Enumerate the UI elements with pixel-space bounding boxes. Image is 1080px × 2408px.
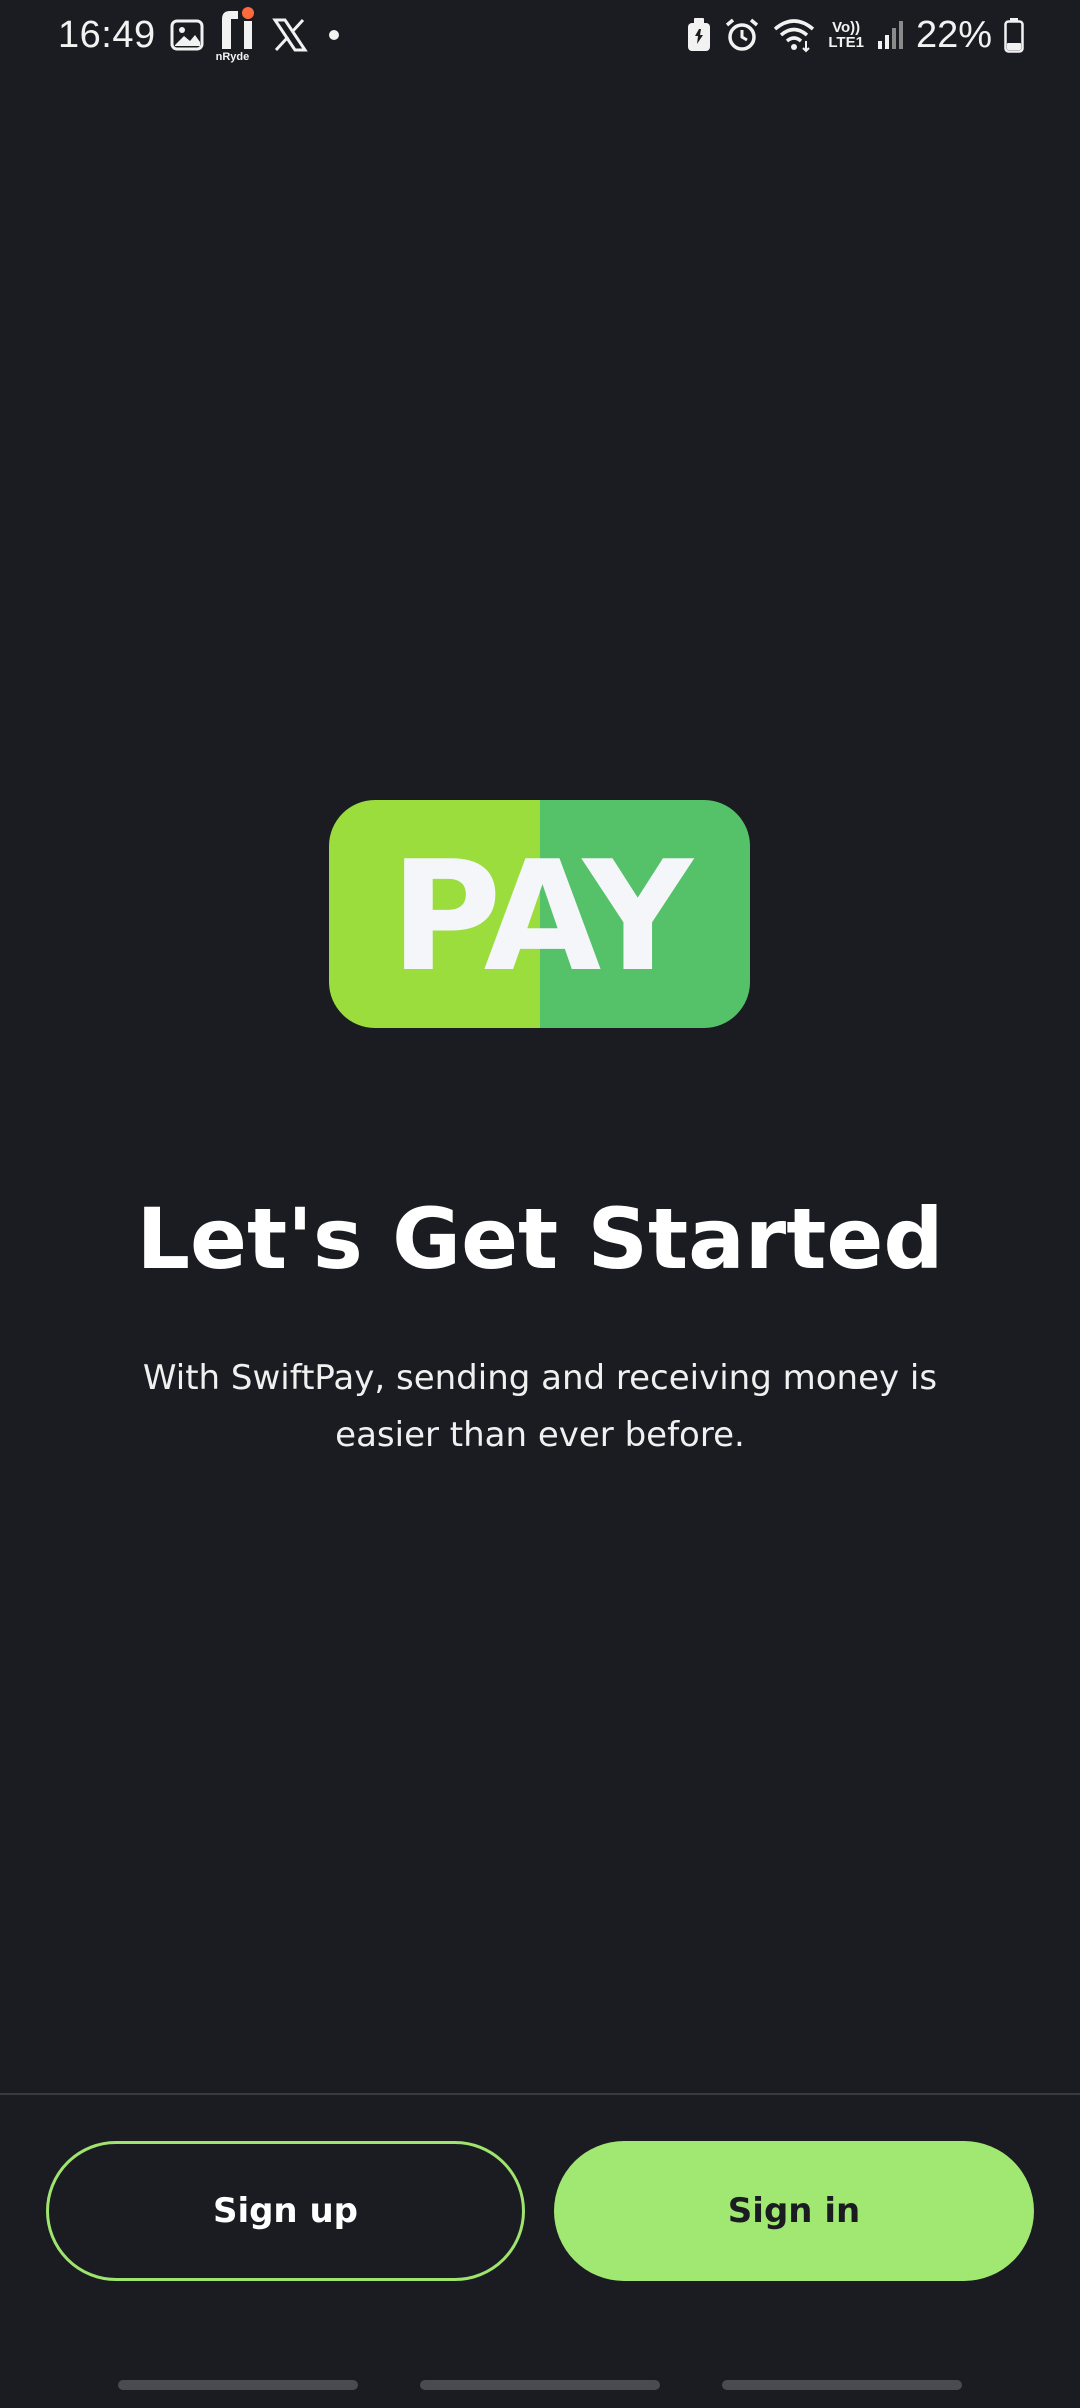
sign-up-button[interactable]: Sign up bbox=[46, 2141, 525, 2281]
status-time: 16:49 bbox=[58, 13, 156, 56]
nav-back-handle[interactable] bbox=[722, 2380, 962, 2390]
system-nav-bar bbox=[0, 2378, 1080, 2392]
volte-label-bottom: LTE1 bbox=[828, 34, 864, 51]
page-subtitle: With SwiftPay, sending and receiving mon… bbox=[142, 1358, 938, 1455]
nav-home-handle[interactable] bbox=[420, 2380, 660, 2390]
battery-percent: 22% bbox=[915, 13, 992, 56]
footer-divider bbox=[0, 2093, 1080, 2095]
status-bar: 16:49 nRyde Vo)) LTE1 22% bbox=[0, 0, 1080, 70]
signal-icon bbox=[876, 19, 904, 51]
volte-icon: Vo)) LTE1 bbox=[828, 20, 864, 50]
get-started-screen: 16:49 nRyde Vo)) LTE1 22% PAY Let's Get … bbox=[0, 0, 1080, 2408]
battery-icon bbox=[1004, 17, 1024, 53]
page-title: Let's Get Started bbox=[136, 1190, 944, 1288]
pay-logo: PAY bbox=[329, 800, 750, 1028]
status-left: 16:49 nRyde bbox=[58, 7, 346, 63]
battery-saver-icon bbox=[686, 17, 712, 53]
logo-text: PAY bbox=[390, 827, 693, 1005]
nryde-label: nRyde bbox=[215, 51, 250, 63]
volte-label-top: Vo)) bbox=[832, 19, 861, 36]
nryde-icon: nRyde bbox=[215, 5, 258, 65]
wifi-icon bbox=[772, 17, 816, 53]
alarm-icon bbox=[724, 17, 760, 53]
x-icon bbox=[271, 18, 308, 52]
dot-icon bbox=[322, 29, 346, 41]
nav-recents-handle[interactable] bbox=[118, 2380, 358, 2390]
sign-in-button[interactable]: Sign in bbox=[554, 2141, 1034, 2281]
status-right: Vo)) LTE1 22% bbox=[686, 10, 1024, 60]
gallery-icon bbox=[170, 18, 204, 52]
